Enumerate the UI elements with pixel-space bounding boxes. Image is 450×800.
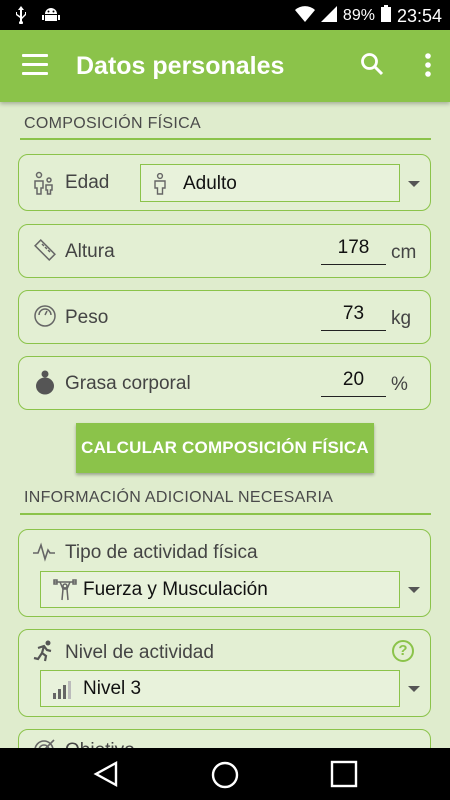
- tipo-actividad-label: Tipo de actividad física: [65, 542, 258, 563]
- search-icon[interactable]: [360, 52, 384, 81]
- content-area[interactable]: COMPOSICIÓN FÍSICA Edad Adulto Altura 17…: [0, 102, 450, 748]
- battery-percent: 89%: [342, 7, 375, 24]
- chevron-down-icon[interactable]: [408, 587, 420, 593]
- peso-label: Peso: [65, 307, 109, 328]
- app-bar: Datos personales: [0, 30, 450, 102]
- peso-input[interactable]: 73: [321, 303, 386, 331]
- chevron-down-icon[interactable]: [408, 686, 420, 692]
- ruler-icon: [33, 238, 57, 267]
- weightlifter-icon: [53, 579, 77, 606]
- altura-unit: cm: [391, 242, 417, 263]
- section-title-composicion: COMPOSICIÓN FÍSICA: [24, 115, 201, 132]
- target-icon: [33, 739, 55, 748]
- section-divider: [20, 138, 431, 140]
- section-title-informacion: INFORMACIÓN ADICIONAL NECESARIA: [24, 489, 334, 506]
- body-fat-icon: [35, 370, 55, 401]
- calcular-composicion-button[interactable]: CALCULAR COMPOSICIÓN FÍSICA: [76, 423, 374, 473]
- tipo-actividad-value: Fuerza y Musculación: [83, 579, 268, 600]
- runner-icon: [33, 640, 55, 667]
- home-icon[interactable]: [210, 760, 240, 795]
- android-icon: [42, 7, 60, 28]
- wifi-icon: [294, 5, 315, 27]
- clock: 23:54: [396, 5, 442, 26]
- peso-card: Peso 73 kg: [18, 290, 431, 344]
- person-icon: [153, 172, 167, 200]
- grasa-label: Grasa corporal: [65, 373, 191, 394]
- nivel-actividad-label: Nivel de actividad: [65, 642, 214, 663]
- family-icon: [33, 171, 55, 200]
- signal-bars-icon: [53, 679, 75, 704]
- pulse-icon: [33, 542, 55, 567]
- peso-unit: kg: [391, 308, 412, 329]
- battery-icon: [380, 5, 391, 27]
- nivel-actividad-card: Nivel de actividad ? Nivel 3: [18, 629, 431, 717]
- altura-label: Altura: [65, 241, 115, 262]
- section-divider: [20, 513, 431, 515]
- edad-value: Adulto: [183, 173, 237, 194]
- nivel-actividad-value: Nivel 3: [83, 678, 142, 699]
- altura-card: Altura 178 cm: [18, 224, 431, 278]
- edad-select[interactable]: Adulto: [140, 164, 400, 202]
- grasa-input[interactable]: 20: [321, 369, 386, 397]
- help-icon[interactable]: ?: [392, 640, 414, 662]
- nivel-actividad-select[interactable]: Nivel 3: [40, 670, 400, 707]
- more-icon[interactable]: [424, 52, 432, 83]
- objetivo-label: Objetivo: [65, 740, 135, 748]
- objetivo-card: Objetivo: [18, 729, 431, 748]
- navigation-bar: [0, 748, 450, 800]
- usb-icon: [14, 6, 28, 29]
- scale-icon: [33, 304, 57, 333]
- edad-label: Edad: [65, 172, 110, 193]
- chevron-down-icon[interactable]: [408, 181, 420, 187]
- tipo-actividad-card: Tipo de actividad física Fuerza y Muscul…: [18, 529, 431, 617]
- menu-icon[interactable]: [22, 54, 48, 76]
- grasa-unit: %: [391, 374, 408, 395]
- grasa-card: Grasa corporal 20 %: [18, 356, 431, 410]
- status-bar: 89% 23:54: [0, 0, 450, 30]
- page-title: Datos personales: [76, 52, 285, 80]
- tipo-actividad-select[interactable]: Fuerza y Musculación: [40, 571, 400, 608]
- signal-icon: [320, 5, 337, 27]
- back-icon[interactable]: [92, 760, 120, 793]
- edad-card: Edad Adulto: [18, 154, 431, 211]
- recents-icon[interactable]: [330, 760, 358, 793]
- altura-input[interactable]: 178: [321, 237, 386, 265]
